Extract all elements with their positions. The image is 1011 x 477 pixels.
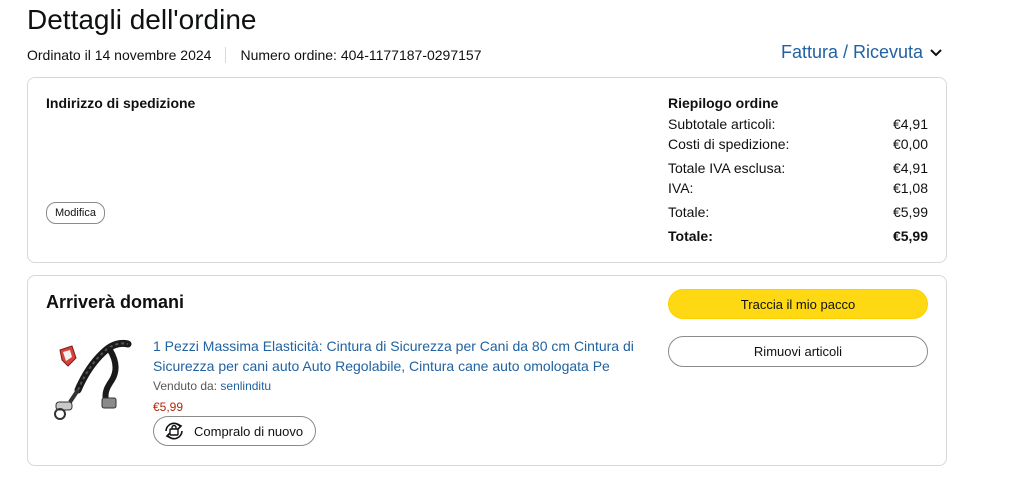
- summary-value: €0,00: [892, 136, 928, 152]
- product-price: €5,99: [153, 400, 184, 414]
- invoice-dropdown[interactable]: Fattura / Ricevuta: [781, 42, 942, 63]
- order-info-card: Indirizzo di spedizione Modifica Riepilo…: [27, 77, 947, 263]
- order-meta: Ordinato il 14 novembre 2024 Numero ordi…: [27, 47, 481, 63]
- summary-row: Subtotale articoli: €4,91: [668, 114, 928, 134]
- order-date: Ordinato il 14 novembre 2024: [27, 47, 212, 63]
- summary-value: €5,99: [892, 204, 928, 220]
- sold-by-label: Venduto da:: [153, 379, 218, 393]
- summary-label: Totale:: [668, 228, 713, 244]
- summary-value: €5,99: [892, 228, 928, 244]
- remove-items-button[interactable]: Rimuovi articoli: [668, 336, 928, 367]
- summary-row: Totale: €5,99: [668, 202, 928, 222]
- summary-total-row: Totale: €5,99: [668, 226, 928, 246]
- summary-value: €4,91: [892, 160, 928, 176]
- invoice-label: Fattura / Ricevuta: [781, 42, 924, 62]
- buy-again-label: Compralo di nuovo: [194, 423, 304, 439]
- page-title: Dettagli dell'ordine: [27, 4, 257, 35]
- product-title-link[interactable]: 1 Pezzi Massima Elasticità: Cintura di S…: [153, 336, 643, 376]
- summary-row: IVA: €1,08: [668, 178, 928, 198]
- delivery-status: Arriverà domani: [46, 292, 185, 312]
- buy-again-button[interactable]: Compralo di nuovo: [153, 416, 317, 446]
- shipment-card: Arriverà domani Traccia il mio pacco Rim…: [27, 275, 947, 466]
- track-package-button[interactable]: Traccia il mio pacco: [668, 289, 928, 319]
- summary-value: €4,91: [892, 116, 928, 132]
- divider: [225, 47, 227, 63]
- edit-address-button[interactable]: Modifica: [46, 202, 105, 224]
- summary-label: IVA:: [668, 180, 694, 196]
- summary-label: Subtotale articoli:: [668, 116, 776, 132]
- buy-again-icon: [165, 422, 183, 440]
- summary-label: Costi di spedizione:: [668, 136, 790, 152]
- seller-link[interactable]: senlinditu: [220, 379, 271, 393]
- summary-label: Totale IVA esclusa:: [668, 160, 786, 176]
- summary-value: €1,08: [892, 180, 928, 196]
- summary-row: Totale IVA esclusa: €4,91: [668, 158, 928, 178]
- product-image[interactable]: [50, 336, 140, 426]
- chevron-down-icon: [930, 48, 942, 56]
- order-number: Numero ordine: 404-1177187-0297157: [240, 47, 482, 63]
- order-summary-title: Riepilogo ordine: [668, 95, 779, 111]
- shipping-address-title: Indirizzo di spedizione: [46, 95, 196, 111]
- order-summary: Riepilogo ordine Subtotale articoli: €4,…: [668, 95, 928, 246]
- summary-label: Totale:: [668, 204, 710, 220]
- summary-row: Costi di spedizione: €0,00: [668, 134, 928, 154]
- seller-info: Venduto da: senlinditu: [153, 379, 271, 393]
